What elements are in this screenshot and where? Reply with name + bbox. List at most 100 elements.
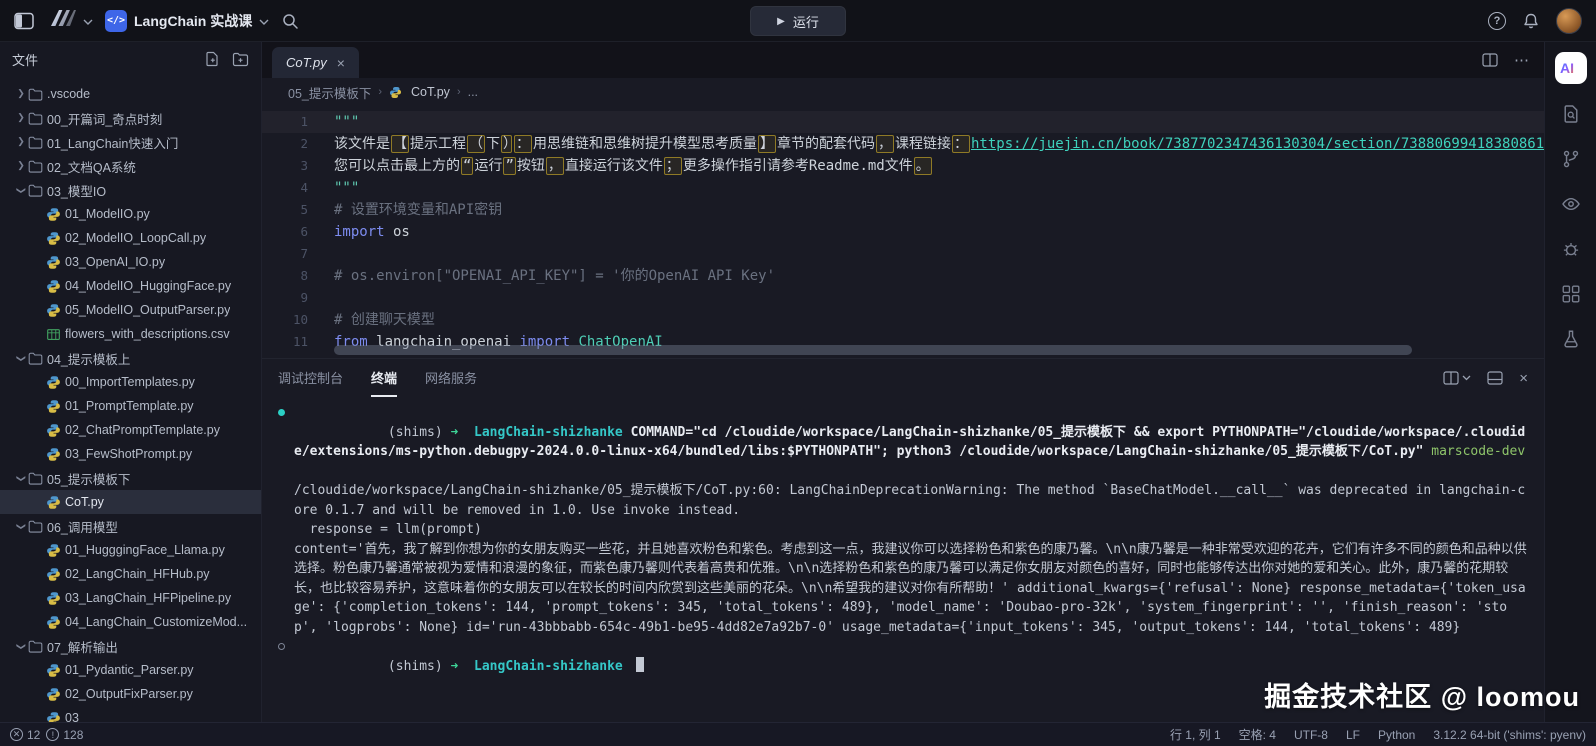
project-name: LangChain 实战课 [134,11,252,31]
tab-terminal[interactable]: 终端 [371,359,397,397]
tree-item[interactable]: 04_ModelIO_HuggingFace.py [0,274,261,298]
code-editor[interactable]: 1 """ 2 该文件是【提示工程（下）：用思维链和思维树提升模型思考质量】章节… [262,106,1544,358]
file-search-icon[interactable] [1561,104,1581,129]
folder-icon [28,184,47,197]
tree-item[interactable]: ❯02_文档QA系统 [0,154,261,178]
folder-icon [28,640,47,653]
help-icon[interactable]: ? [1488,12,1506,30]
tree-item[interactable]: 03_OpenAI_IO.py [0,250,261,274]
python-file-icon [46,423,65,438]
tree-item[interactable]: 02_ChatPromptTemplate.py [0,418,261,442]
eol-setting[interactable]: LF [1346,728,1360,742]
folder-icon [28,136,47,149]
tree-item-label: 02_OutputFixParser.py [65,687,193,701]
folder-icon [28,112,47,125]
tree-item-label: 02_文档QA系统 [47,157,136,176]
source-control-icon[interactable] [1561,149,1581,174]
tree-item[interactable]: ❯07_解析输出 [0,634,261,658]
tree-item[interactable]: 03_FewShotPrompt.py [0,442,261,466]
command-success-indicator [278,409,285,416]
chevron-down-icon [259,12,269,30]
terminal-output[interactable]: (shims) ➜ LangChain-shizhanke COMMAND="c… [262,397,1544,722]
marscode-logo-menu[interactable] [46,7,93,34]
bottom-panel: 调试控制台 终端 网络服务 × [262,358,1544,722]
new-file-icon[interactable] [204,51,220,67]
user-avatar[interactable] [1556,8,1582,34]
tree-item[interactable]: ❯05_提示模板下 [0,466,261,490]
indent-setting[interactable]: 空格: 4 [1239,726,1276,743]
python-file-icon [46,279,65,294]
breadcrumb-symbol[interactable]: ... [468,85,478,99]
python-file-icon [46,207,65,222]
cursor-position[interactable]: 行 1, 列 1 [1170,726,1221,743]
tree-item[interactable]: 04_LangChain_CustomizeMod... [0,610,261,634]
tree-item-label: 07_解析输出 [47,637,118,656]
folder-icon [28,160,47,173]
errors-badge[interactable]: ✕ 12 [10,728,40,742]
tree-item[interactable]: ❯00_开篇词_奇点时刻 [0,106,261,130]
chevron-down-icon [83,12,93,30]
tree-item[interactable]: 05_ModelIO_OutputParser.py [0,298,261,322]
tree-item[interactable]: ❯.vscode [0,82,261,106]
preview-eye-icon[interactable] [1561,194,1581,219]
ide-window: </> LangChain 实战课 ▶ 运行 ? 文件 [0,0,1596,746]
tab-network-service[interactable]: 网络服务 [425,359,477,397]
tree-item-label: 04_提示模板上 [47,349,130,368]
new-folder-icon[interactable] [232,51,249,67]
tree-item[interactable]: 02_ModelIO_LoopCall.py [0,226,261,250]
error-circle-icon: ✕ [10,728,23,741]
horizontal-scrollbar[interactable] [334,345,1412,355]
tree-item[interactable]: 01_PromptTemplate.py [0,394,261,418]
debug-icon[interactable] [1561,239,1581,264]
python-file-icon [46,399,65,414]
python-file-icon [46,711,65,723]
warnings-badge[interactable]: ! 128 [46,728,83,742]
tree-item[interactable]: 01_ModelIO.py [0,202,261,226]
breadcrumb-file[interactable]: CoT.py [411,85,450,99]
tree-item[interactable]: flowers_with_descriptions.csv [0,322,261,346]
python-file-icon [46,495,65,510]
tree-item[interactable]: 01_HugggingFace_Llama.py [0,538,261,562]
file-encoding[interactable]: UTF-8 [1294,728,1328,742]
prompt-indicator [278,643,285,650]
tab-cot-py[interactable]: CoT.py × [272,47,359,78]
extensions-icon[interactable] [1561,284,1581,309]
tree-item[interactable]: 02_LangChain_HFHub.py [0,562,261,586]
tree-item[interactable]: CoT.py [0,490,261,514]
folder-icon [28,352,47,365]
split-editor-icon[interactable] [1482,53,1498,67]
chevron-down-icon: ❯ [16,351,27,365]
tree-item[interactable]: ❯01_LangChain快速入门 [0,130,261,154]
language-mode[interactable]: Python [1378,728,1415,742]
tree-item[interactable]: 02_OutputFixParser.py [0,682,261,706]
tree-item[interactable]: 00_ImportTemplates.py [0,370,261,394]
toggle-sidebar-icon[interactable] [14,12,34,30]
python-interpreter[interactable]: 3.12.2 64-bit ('shims': pyenv) [1433,728,1586,742]
ai-assistant-icon[interactable]: AI [1555,52,1587,84]
tree-item[interactable]: ❯03_模型IO [0,178,261,202]
notifications-bell-icon[interactable] [1522,12,1540,30]
breadcrumb-folder[interactable]: 05_提示模板下 [288,83,371,102]
tab-debug-console[interactable]: 调试控制台 [278,359,343,397]
chevron-down-icon: ❯ [16,519,27,533]
search-icon[interactable] [281,12,299,30]
tree-item[interactable]: 03_LangChain_HFPipeline.py [0,586,261,610]
course-link[interactable]: https://juejin.cn/book/73877023474361303… [971,136,1544,152]
tree-item[interactable]: 01_Pydantic_Parser.py [0,658,261,682]
split-terminal-icon[interactable] [1443,371,1471,385]
tree-item[interactable]: ❯ 04_提示模板上 [0,346,261,370]
more-actions-icon[interactable]: ⋯ [1514,51,1530,69]
maximize-panel-icon[interactable] [1487,371,1503,385]
watermark: 掘金技术社区 @ loomou [1264,675,1580,714]
tree-item-label: CoT.py [65,495,104,509]
close-panel-icon[interactable]: × [1519,370,1528,387]
chevron-down-icon: ❯ [16,471,27,485]
close-tab-icon[interactable]: × [337,56,345,70]
terminal-warning-line: /cloudide/workspace/LangChain-shizhanke/… [278,481,1528,520]
code-line: 4 """ [262,177,1544,199]
tree-item[interactable]: ❯06_调用模型 [0,514,261,538]
test-flask-icon[interactable] [1561,329,1581,354]
tree-item[interactable]: 03_ [0,706,261,722]
run-button[interactable]: ▶ 运行 [750,6,846,36]
project-switcher[interactable]: </> LangChain 实战课 [105,10,269,32]
